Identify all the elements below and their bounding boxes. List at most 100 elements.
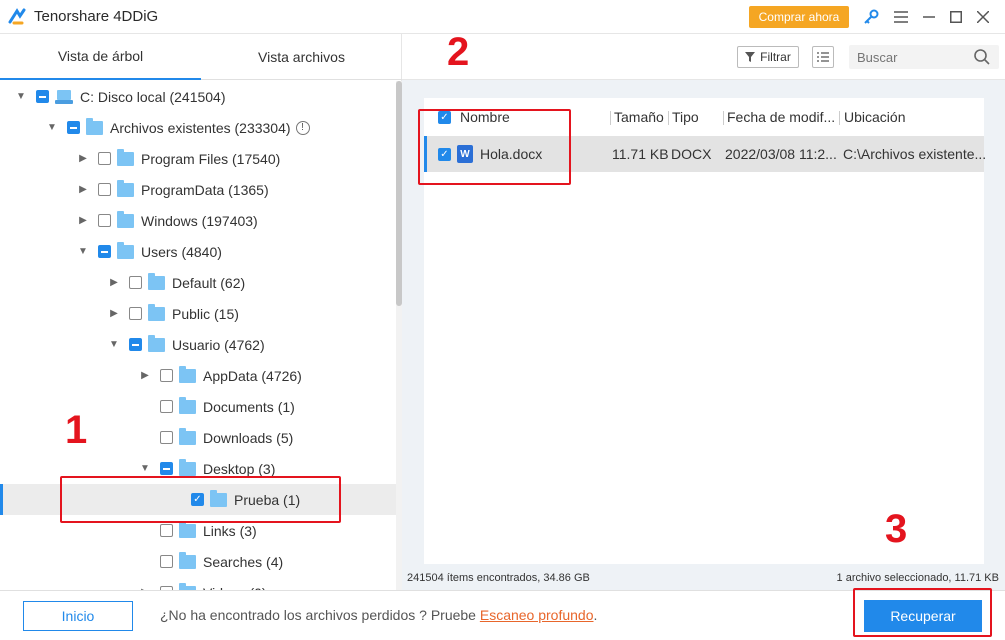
filter-icon	[745, 52, 756, 62]
expand-right-icon[interactable]: ▶	[76, 215, 90, 226]
column-separator	[839, 111, 840, 125]
tree-item-label: Searches (4)	[203, 553, 284, 570]
column-modified-date[interactable]: Fecha de modif...	[727, 98, 835, 136]
tree-item[interactable]: ▶Videos (0)	[0, 577, 396, 590]
tree-checkbox[interactable]	[36, 90, 49, 103]
folder-icon	[179, 458, 196, 476]
app-logo-icon	[8, 8, 26, 25]
tree-item[interactable]: ▶ Windows (197403)	[0, 205, 396, 236]
expand-right-icon[interactable]: ▶	[138, 370, 152, 381]
tree-item[interactable]: Documents (1)	[0, 391, 396, 422]
annotation-box-2	[418, 109, 571, 185]
column-type[interactable]: Tipo	[672, 98, 699, 136]
tree-item[interactable]: ▼ C: Disco local (241504)	[0, 81, 396, 112]
tree-item[interactable]: ▶ Public (15)	[0, 298, 396, 329]
tree-item-label: Desktop (3)	[203, 460, 276, 477]
folder-icon	[179, 365, 196, 383]
tree-item[interactable]: Searches (4)	[0, 546, 396, 577]
expand-right-icon[interactable]: ▶	[107, 277, 121, 288]
key-icon[interactable]	[861, 7, 881, 27]
tree-item[interactable]: ▶ AppData (4726)	[0, 360, 396, 391]
column-size[interactable]: Tamaño	[614, 98, 664, 136]
folder-icon	[179, 427, 196, 445]
tab-tree-view[interactable]: Vista de árbol	[0, 34, 201, 80]
tree-checkbox[interactable]	[160, 555, 173, 568]
tree-item-label: Links (3)	[203, 522, 257, 539]
tree-item-label: Program Files (17540)	[141, 150, 281, 167]
file-size: 11.71 KB	[612, 146, 669, 162]
not-found-text: ¿No ha encontrado los archivos perdidos …	[160, 607, 480, 623]
expand-right-icon[interactable]: ▶	[76, 153, 90, 164]
annotation-box-3	[853, 588, 992, 637]
tree-item-label: Users (4840)	[141, 243, 222, 260]
column-separator	[668, 111, 669, 125]
tab-file-view[interactable]: Vista archivos	[201, 34, 402, 80]
tree-item[interactable]: ▶ Default (62)	[0, 267, 396, 298]
tree-checkbox[interactable]	[67, 121, 80, 134]
expand-down-icon[interactable]: ▼	[45, 122, 59, 133]
tree-item-label: Downloads (5)	[203, 429, 294, 446]
filter-button[interactable]: Filtrar	[737, 46, 799, 68]
tree-item-label: Windows (197403)	[141, 212, 258, 229]
tree-item-label: Public (15)	[172, 305, 239, 322]
minimize-icon[interactable]	[919, 7, 939, 27]
expand-right-icon[interactable]: ▶	[76, 184, 90, 195]
expand-down-icon[interactable]: ▼	[107, 339, 121, 350]
tree-checkbox[interactable]	[160, 400, 173, 413]
list-view-button[interactable]	[812, 46, 834, 68]
items-found-status: 241504 ítems encontrados, 34.86 GB	[407, 572, 590, 584]
column-separator	[723, 111, 724, 125]
tree-checkbox[interactable]	[98, 214, 111, 227]
expand-down-icon[interactable]: ▼	[14, 91, 28, 102]
not-found-message: ¿No ha encontrado los archivos perdidos …	[160, 607, 597, 623]
tree-checkbox[interactable]	[98, 152, 111, 165]
filter-label: Filtrar	[760, 50, 791, 64]
tree-item-label: Usuario (4762)	[172, 336, 265, 353]
home-button[interactable]: Inicio	[23, 601, 133, 631]
tree-checkbox[interactable]	[129, 307, 142, 320]
tree-item[interactable]: ▼ Usuario (4762)	[0, 329, 396, 360]
buy-now-button[interactable]: Comprar ahora	[749, 6, 849, 28]
tree-checkbox[interactable]	[160, 462, 173, 475]
tree-checkbox[interactable]	[98, 245, 111, 258]
drive-icon	[55, 89, 73, 104]
folder-icon	[148, 334, 165, 352]
not-found-text-end: .	[593, 607, 598, 623]
tree-item-label: C: Disco local (241504)	[80, 88, 226, 105]
annotation-number-3: 3	[885, 507, 908, 551]
column-separator	[610, 111, 611, 125]
selection-status: 1 archivo seleccionado, 11.71 KB	[836, 572, 999, 584]
tree-checkbox[interactable]	[129, 338, 142, 351]
tree-item-label: AppData (4726)	[203, 367, 302, 384]
folder-icon	[117, 148, 134, 166]
folder-icon	[117, 179, 134, 197]
file-location: C:\Archivos existente...	[843, 146, 987, 162]
tree-item[interactable]: ▼ Users (4840)	[0, 236, 396, 267]
deep-scan-link[interactable]: Escaneo profundo	[480, 607, 594, 623]
tree-item[interactable]: ▼ Archivos existentes (233304)!	[0, 112, 396, 143]
tree-checkbox[interactable]	[160, 524, 173, 537]
menu-icon[interactable]	[891, 7, 911, 27]
expand-right-icon[interactable]: ▶	[107, 308, 121, 319]
tree-checkbox[interactable]	[98, 183, 111, 196]
search-icon[interactable]	[973, 48, 991, 66]
tree-checkbox[interactable]	[160, 369, 173, 382]
info-icon[interactable]: !	[295, 120, 310, 135]
folder-icon	[117, 210, 134, 228]
column-location[interactable]: Ubicación	[844, 98, 905, 136]
tree-checkbox[interactable]	[160, 431, 173, 444]
maximize-icon[interactable]	[946, 7, 966, 27]
tree-item-label: Default (62)	[172, 274, 246, 291]
tree-checkbox[interactable]	[129, 276, 142, 289]
file-modified-date: 2022/03/08 11:2...	[725, 146, 837, 162]
folder-icon	[179, 520, 196, 538]
close-icon[interactable]	[973, 7, 993, 27]
expand-down-icon[interactable]: ▼	[138, 463, 152, 474]
folder-icon	[179, 396, 196, 414]
annotation-box-1	[60, 476, 341, 523]
expand-down-icon[interactable]: ▼	[76, 246, 90, 257]
tree-item[interactable]: ▶ ProgramData (1365)	[0, 174, 396, 205]
file-toolbar: Filtrar	[402, 34, 1005, 80]
tree-item[interactable]: Downloads (5)	[0, 422, 396, 453]
tree-item[interactable]: ▶ Program Files (17540)	[0, 143, 396, 174]
